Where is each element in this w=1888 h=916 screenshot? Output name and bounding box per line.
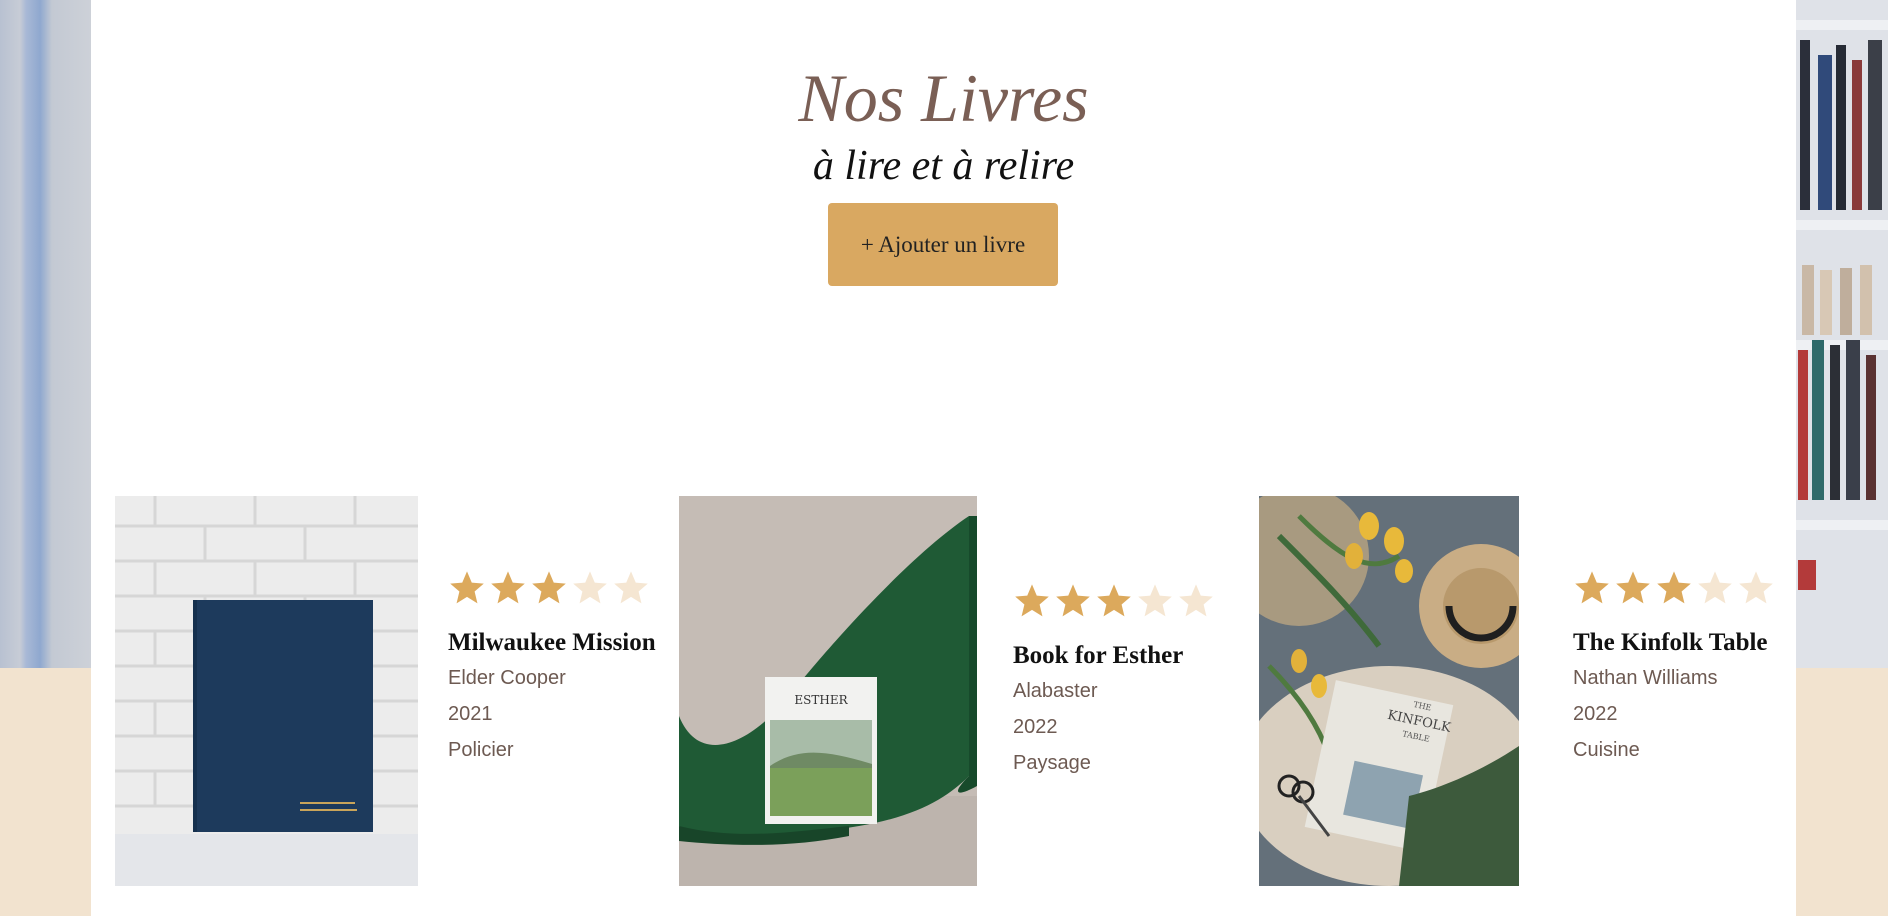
book-title: Milwaukee Mission bbox=[448, 629, 656, 656]
rating-stars bbox=[1573, 569, 1793, 609]
add-book-button[interactable]: + Ajouter un livre bbox=[828, 203, 1058, 286]
star-empty-icon bbox=[1179, 584, 1213, 617]
star-filled-icon bbox=[491, 571, 525, 604]
star-filled-icon bbox=[1097, 584, 1131, 617]
star-empty-icon bbox=[1138, 584, 1172, 617]
background-left-blur bbox=[0, 0, 91, 668]
rating-stars bbox=[1013, 582, 1233, 622]
page-title: Nos Livres bbox=[798, 60, 1089, 136]
book-genre: Paysage bbox=[1013, 752, 1091, 774]
cover-photo-tulips-table: THE KINFOLK TABLE bbox=[1259, 496, 1519, 886]
book-info: The Kinfolk Table Nathan Williams 2022 C… bbox=[1573, 569, 1793, 768]
star-filled-icon bbox=[450, 571, 484, 604]
star-empty-icon bbox=[1739, 571, 1773, 604]
book-author: Elder Cooper bbox=[448, 667, 566, 689]
cover-text-esther: ESTHER bbox=[794, 693, 848, 707]
star-empty-icon bbox=[1698, 571, 1732, 604]
star-filled-icon bbox=[1015, 584, 1049, 617]
rating-stars bbox=[448, 569, 668, 609]
book-cover-image: ESTHER bbox=[679, 496, 977, 886]
cover-photo-green-paper: ESTHER bbox=[679, 496, 977, 886]
book-info: Book for Esther Alabaster 2022 Paysage bbox=[1013, 582, 1233, 781]
star-filled-icon bbox=[1575, 571, 1609, 604]
background-bookshelf bbox=[1796, 0, 1888, 668]
book-year: 2022 bbox=[1573, 703, 1618, 725]
book-author: Alabaster bbox=[1013, 680, 1098, 702]
star-empty-icon bbox=[614, 571, 648, 604]
star-empty-icon bbox=[573, 571, 607, 604]
star-filled-icon bbox=[1056, 584, 1090, 617]
book-title: The Kinfolk Table bbox=[1573, 629, 1768, 656]
book-year: 2022 bbox=[1013, 716, 1058, 738]
book-author: Nathan Williams bbox=[1573, 667, 1718, 689]
main-panel: Nos Livres à lire et à relire + Ajouter … bbox=[91, 0, 1796, 916]
book-year: 2021 bbox=[448, 703, 493, 725]
star-filled-icon bbox=[1616, 571, 1650, 604]
book-genre: Cuisine bbox=[1573, 739, 1640, 761]
book-genre: Policier bbox=[448, 739, 514, 761]
star-filled-icon bbox=[1657, 571, 1691, 604]
book-cover-image: THE KINFOLK TABLE bbox=[1259, 496, 1519, 886]
book-cover-image bbox=[115, 496, 418, 886]
star-filled-icon bbox=[532, 571, 566, 604]
cover-photo-brick-wall bbox=[115, 496, 418, 886]
book-title: Book for Esther bbox=[1013, 642, 1184, 669]
book-info: Milwaukee Mission Elder Cooper 2021 Poli… bbox=[448, 569, 668, 768]
page-subtitle: à lire et à relire bbox=[812, 143, 1075, 189]
